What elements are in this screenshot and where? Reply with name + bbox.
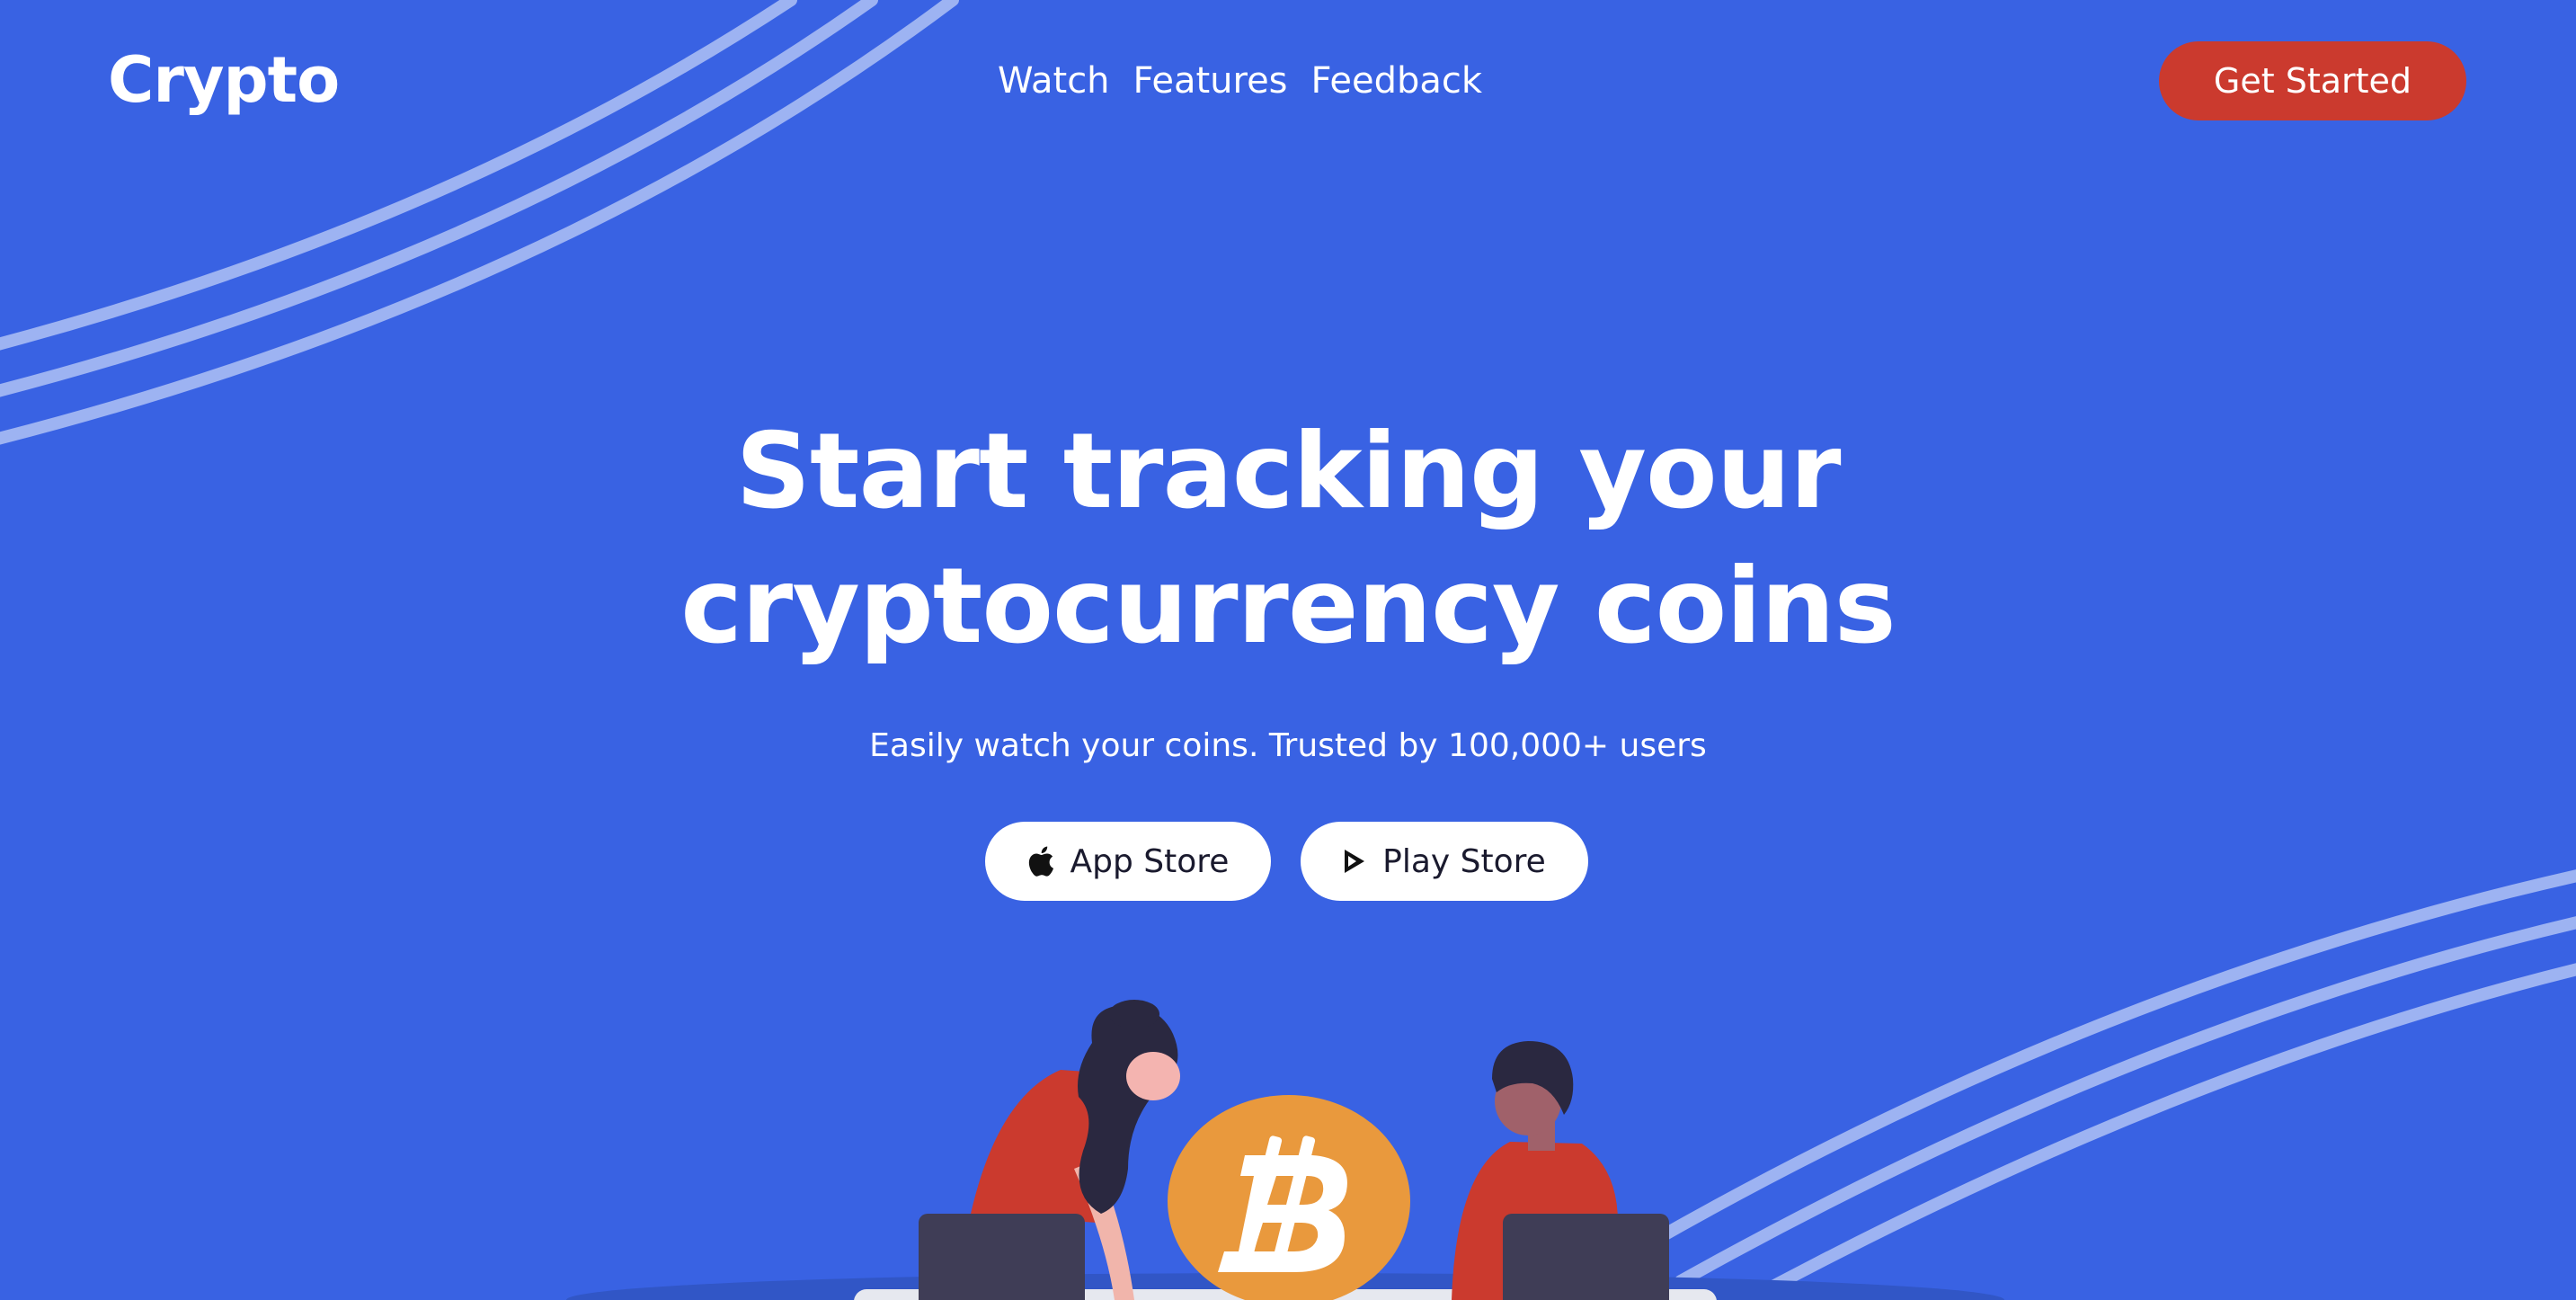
app-store-button[interactable]: App Store [985, 822, 1271, 901]
hero-title: Start tracking your cryptocurrency coins [209, 405, 2367, 674]
hero-subtitle: Easily watch your coins. Trusted by 100,… [869, 727, 1707, 764]
hero-illustration [566, 1000, 2004, 1300]
hero-title-line-2: cryptocurrency coins [680, 546, 1896, 667]
nav-item-watch[interactable]: Watch [998, 54, 1110, 108]
nav-item-features[interactable]: Features [1133, 54, 1288, 108]
play-store-button[interactable]: Play Store [1301, 822, 1588, 901]
site-header: Crypto Watch Features Feedback Get Start… [0, 0, 2576, 162]
bitcoin-coin [1168, 1095, 1410, 1300]
play-store-label: Play Store [1382, 842, 1546, 880]
main-nav: Watch Features Feedback [998, 54, 1482, 108]
hero-title-line-1: Start tracking your [735, 411, 1841, 532]
right-laptop [1503, 1214, 1669, 1300]
brand-logo[interactable]: Crypto [108, 40, 340, 120]
app-store-label: App Store [1070, 842, 1230, 880]
apple-icon [1027, 846, 1054, 877]
get-started-button[interactable]: Get Started [2159, 41, 2466, 120]
nav-item-feedback[interactable]: Feedback [1311, 54, 1483, 108]
left-laptop [919, 1214, 1085, 1300]
play-store-icon [1343, 849, 1366, 874]
